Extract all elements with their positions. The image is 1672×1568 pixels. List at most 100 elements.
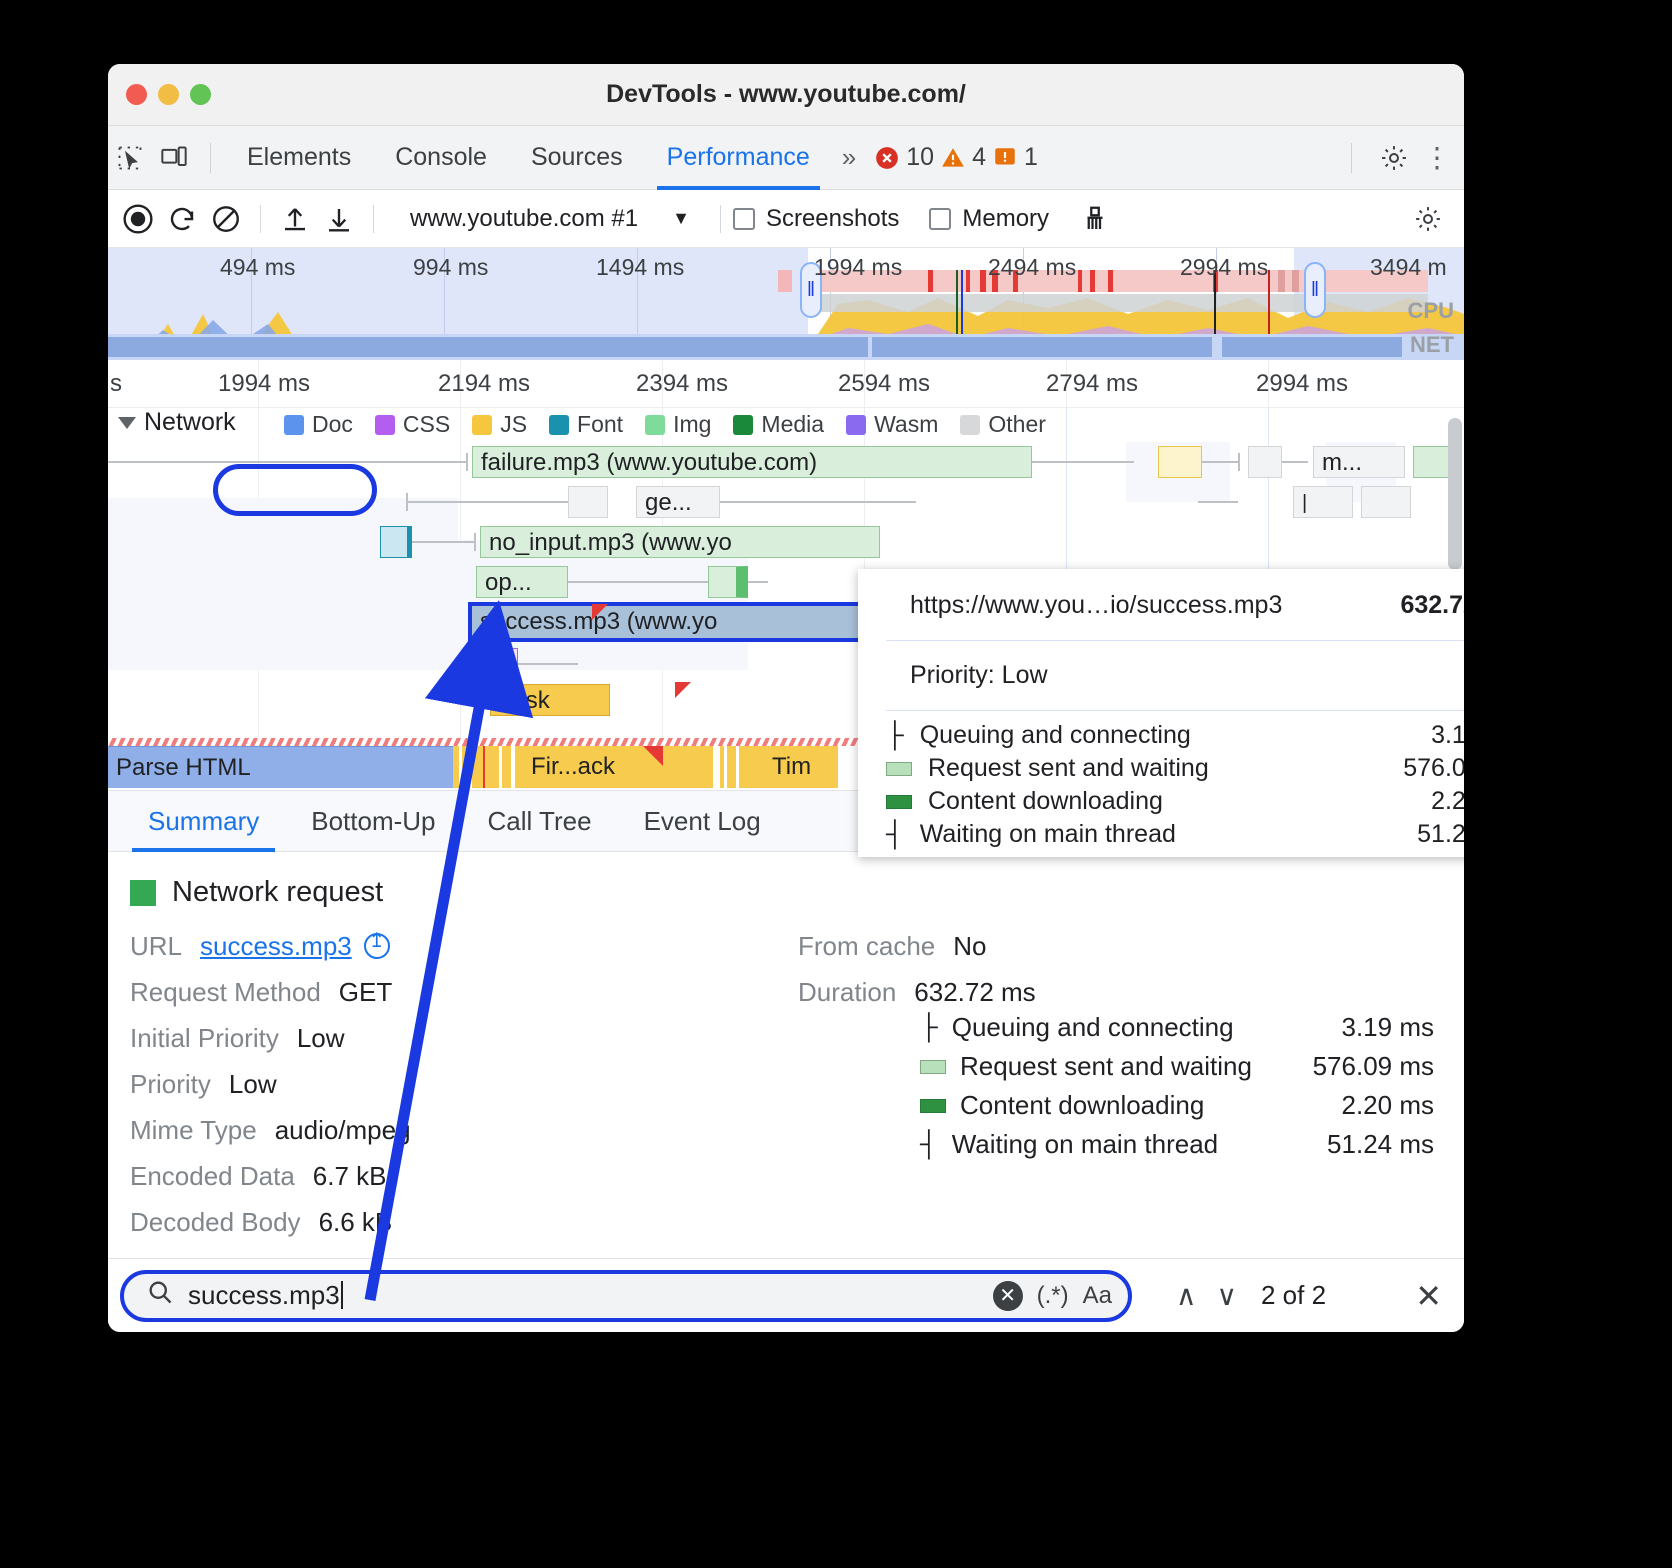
phase-name: Waiting on main thread bbox=[952, 1129, 1218, 1160]
screenshots-checkbox-box[interactable] bbox=[733, 208, 755, 230]
zoom-window-button[interactable] bbox=[190, 84, 211, 105]
tab-summary[interactable]: Summary bbox=[122, 790, 285, 852]
overview-tick: 494 ms bbox=[220, 254, 295, 281]
phase-value: 2.20 ms bbox=[1431, 787, 1464, 816]
request-bar-desk[interactable]: desk bbox=[490, 684, 610, 716]
parse-html-event[interactable]: Parse HTML bbox=[108, 746, 453, 788]
gear-icon[interactable] bbox=[1372, 138, 1416, 178]
network-request-row[interactable]: ge... | bbox=[108, 482, 1464, 522]
close-search-icon[interactable]: ✕ bbox=[1415, 1277, 1442, 1315]
capture-settings-icon[interactable] bbox=[1406, 199, 1450, 239]
profile-selector[interactable]: www.youtube.com #1 bbox=[410, 205, 638, 233]
tracks-scrollbar[interactable] bbox=[1448, 418, 1462, 570]
memory-label: Memory bbox=[962, 205, 1049, 233]
collect-garbage-icon[interactable] bbox=[1073, 199, 1117, 239]
reveal-in-network-icon[interactable] bbox=[364, 933, 390, 959]
chevron-down-icon[interactable]: ▼ bbox=[672, 208, 690, 229]
request-bar-no-input-mp3[interactable]: no_input.mp3 (www.yo bbox=[480, 526, 880, 558]
request-bar-m[interactable]: m... bbox=[1313, 446, 1405, 478]
close-window-button[interactable] bbox=[126, 84, 147, 105]
kebab-menu-icon[interactable]: ⋮ bbox=[1422, 144, 1452, 172]
tooltip-phase-row: Content downloading 2.20 ms bbox=[886, 785, 1464, 818]
error-icon[interactable] bbox=[874, 145, 900, 171]
request-bar-ge[interactable]: ge... bbox=[636, 486, 720, 518]
parse-html-label: Parse HTML bbox=[116, 754, 251, 781]
issue-icon[interactable] bbox=[992, 145, 1018, 171]
clear-search-icon[interactable]: ✕ bbox=[993, 1281, 1023, 1311]
request-label: ge... bbox=[637, 487, 719, 519]
search-input[interactable]: success.mp3 bbox=[188, 1280, 343, 1311]
request-bar-blank-1[interactable] bbox=[568, 486, 608, 518]
tab-event-log[interactable]: Event Log bbox=[618, 790, 787, 852]
match-case-icon[interactable]: Aa bbox=[1083, 1282, 1112, 1310]
tab-call-tree[interactable]: Call Tree bbox=[462, 790, 618, 852]
tab-console-label: Console bbox=[395, 143, 487, 172]
legend-label: Other bbox=[988, 411, 1046, 438]
warning-icon[interactable] bbox=[940, 145, 966, 171]
overview-tick: 994 ms bbox=[413, 254, 488, 281]
field-key: Decoded Body bbox=[130, 1207, 301, 1238]
search-match-count: 2 of 2 bbox=[1261, 1280, 1326, 1311]
record-icon[interactable] bbox=[116, 199, 160, 239]
request-bar-op[interactable]: op... bbox=[476, 566, 568, 598]
download-profile-icon[interactable] bbox=[317, 199, 361, 239]
field-priority: Priority Low bbox=[130, 1069, 798, 1100]
tab-summary-label: Summary bbox=[148, 806, 259, 837]
duration-phase-row: Request sent and waiting 576.09 ms bbox=[920, 1051, 1464, 1082]
search-input-wrapper[interactable]: success.mp3 ✕ (.*) Aa bbox=[120, 1270, 1132, 1322]
network-request-row[interactable]: failure.mp3 (www.youtube.com) m... bbox=[108, 442, 1464, 482]
tab-elements[interactable]: Elements bbox=[225, 126, 373, 190]
field-value: audio/mpeg bbox=[275, 1115, 411, 1146]
perfbar-divider-1 bbox=[260, 205, 261, 233]
more-tabs-icon[interactable]: » bbox=[832, 142, 866, 173]
memory-checkbox-box[interactable] bbox=[929, 208, 951, 230]
device-toolbar-icon[interactable] bbox=[152, 138, 196, 178]
light-green-swatch bbox=[886, 762, 912, 776]
request-bar-failure-mp3[interactable]: failure.mp3 (www.youtube.com) bbox=[472, 446, 1032, 478]
tab-performance[interactable]: Performance bbox=[645, 126, 832, 190]
url-link[interactable]: success.mp3 bbox=[200, 931, 352, 961]
upload-profile-icon[interactable] bbox=[273, 199, 317, 239]
doc-swatch bbox=[284, 415, 304, 435]
ruler-tick: 2794 ms bbox=[1046, 370, 1138, 398]
search-prev-button[interactable]: ∧ bbox=[1166, 1279, 1207, 1312]
request-bar-other-2[interactable] bbox=[1248, 446, 1282, 478]
request-bar-css[interactable] bbox=[486, 648, 518, 680]
font-swatch bbox=[549, 415, 569, 435]
tooltip-priority: Priority: Low bbox=[858, 641, 1464, 710]
inspect-icon[interactable] bbox=[108, 138, 152, 178]
tab-bottom-up[interactable]: Bottom-Up bbox=[285, 790, 461, 852]
field-duration: Duration 632.72 ms bbox=[798, 977, 1464, 1008]
tab-sources[interactable]: Sources bbox=[509, 126, 645, 190]
request-bar-img-1[interactable] bbox=[708, 566, 748, 598]
request-bar-success-mp3[interactable]: success.mp3 (www.yo bbox=[468, 602, 892, 642]
request-bar-blank-3[interactable] bbox=[1361, 486, 1411, 518]
field-value: No bbox=[953, 931, 986, 962]
scripting-events[interactable]: Fir...ack bbox=[453, 746, 713, 788]
clear-icon[interactable] bbox=[204, 199, 248, 239]
request-whisker bbox=[1198, 501, 1238, 503]
regex-toggle-icon[interactable]: (.*) bbox=[1037, 1282, 1069, 1310]
bracket-start-icon: ├ bbox=[920, 1015, 938, 1040]
request-bar-blank-2[interactable]: | bbox=[1293, 486, 1353, 518]
network-request-row[interactable]: no_input.mp3 (www.yo bbox=[108, 522, 1464, 562]
scripting-events-2[interactable]: Tim bbox=[720, 746, 838, 788]
overview-tick: 1994 ms bbox=[814, 254, 902, 281]
tab-console[interactable]: Console bbox=[373, 126, 509, 190]
overview-tick: 2994 ms bbox=[1180, 254, 1268, 281]
search-next-button[interactable]: ∨ bbox=[1207, 1279, 1248, 1312]
field-value[interactable]: success.mp3 bbox=[200, 931, 390, 962]
phase-value: 3.19 ms bbox=[1431, 721, 1464, 750]
phase-value: 51.24 ms bbox=[1327, 1129, 1464, 1160]
request-bar-font[interactable] bbox=[380, 526, 412, 558]
issue-count: 1 bbox=[1024, 143, 1038, 172]
request-label: no_input.mp3 (www.yo bbox=[481, 527, 879, 559]
timeline-overview[interactable]: ‖ ‖ 494 ms 994 ms 1494 ms 1994 ms 2494 m… bbox=[108, 248, 1464, 360]
reload-record-icon[interactable] bbox=[160, 199, 204, 239]
network-track-toggle[interactable]: Network bbox=[118, 408, 236, 437]
request-bar-other-1[interactable] bbox=[1158, 446, 1202, 478]
memory-checkbox[interactable]: Memory bbox=[929, 205, 1049, 233]
minimize-window-button[interactable] bbox=[158, 84, 179, 105]
screenshots-checkbox[interactable]: Screenshots bbox=[733, 205, 899, 233]
field-value: 6.7 kB bbox=[313, 1161, 387, 1192]
